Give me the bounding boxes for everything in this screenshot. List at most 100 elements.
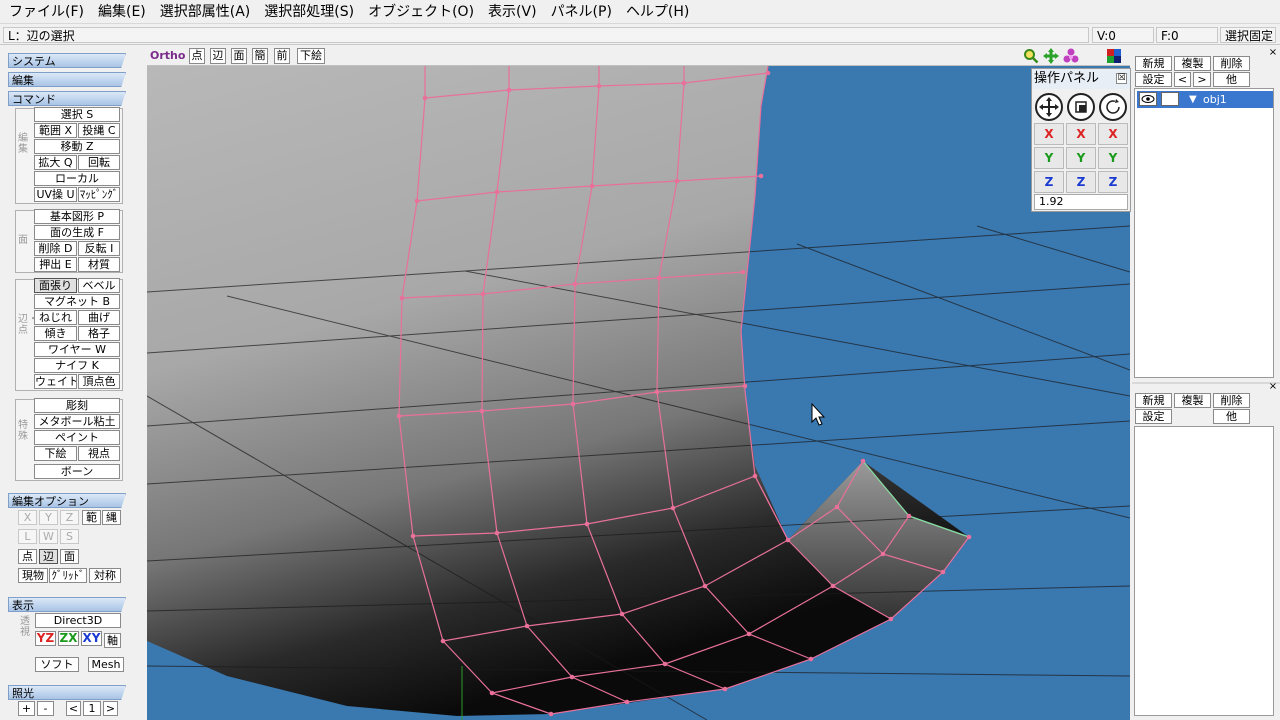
lock-toggle-icon[interactable] xyxy=(1161,92,1179,106)
mesh-button[interactable]: Mesh xyxy=(88,657,124,672)
vp-underlay-button[interactable]: 下絵 xyxy=(297,48,325,64)
scale-x-button[interactable]: X xyxy=(1066,123,1096,145)
light-next-button[interactable]: > xyxy=(103,701,118,716)
viewport[interactable]: Ortho 点 辺 面 簡 前 下絵 xyxy=(147,46,1130,720)
light-prev-button[interactable]: < xyxy=(66,701,81,716)
object-delete-button[interactable]: 削除 xyxy=(1213,56,1250,71)
select-button[interactable]: 選択 S xyxy=(34,107,120,122)
scale-button[interactable]: 拡大 Q xyxy=(34,155,77,170)
vertex-color-button[interactable]: 頂点色 xyxy=(78,374,120,389)
menu-panel[interactable]: パネル(P) xyxy=(544,0,619,24)
lasso-button[interactable]: 投縄 C xyxy=(78,123,120,138)
menu-selection-attr[interactable]: 選択部属性(A) xyxy=(153,0,258,24)
object-panel-close-icon[interactable]: × xyxy=(1268,48,1278,58)
option-z-button[interactable]: Z xyxy=(60,510,79,525)
close-icon[interactable]: ☒ xyxy=(1116,73,1127,84)
object-row-obj1[interactable]: ▼ obj1 xyxy=(1137,91,1273,108)
material-duplicate-button[interactable]: 複製 xyxy=(1174,393,1211,408)
face-stretch-button[interactable]: 面張り xyxy=(34,278,77,293)
wire-button[interactable]: ワイヤー W xyxy=(34,342,120,357)
object-duplicate-button[interactable]: 複製 xyxy=(1174,56,1211,71)
move-button[interactable]: 移動 Z xyxy=(34,139,120,154)
operation-value-field[interactable]: 1.92 xyxy=(1034,194,1128,210)
magnet-button[interactable]: マグネット B xyxy=(34,294,120,309)
section-edit[interactable]: 編集 xyxy=(8,72,126,87)
bend-button[interactable]: 曲げ xyxy=(78,310,120,325)
option-range-button[interactable]: 範 xyxy=(82,510,101,525)
projection-mode[interactable]: Ortho xyxy=(150,48,185,64)
view-yz-button[interactable]: YZ xyxy=(35,631,56,646)
material-panel-close-icon[interactable]: × xyxy=(1268,382,1278,392)
primitive-button[interactable]: 基本図形 P xyxy=(34,209,120,224)
material-delete-button[interactable]: 削除 xyxy=(1213,393,1250,408)
rotate-view-icon[interactable] xyxy=(1063,48,1079,64)
visibility-eye-icon[interactable] xyxy=(1139,92,1157,106)
rotate-z-button[interactable]: Z xyxy=(1098,171,1128,193)
mesh-object[interactable] xyxy=(147,66,969,716)
light-plus-button[interactable]: + xyxy=(18,701,35,716)
option-object-button[interactable]: 現物 xyxy=(18,568,48,583)
flip-button[interactable]: 反転 I xyxy=(78,241,120,256)
underlay-button[interactable]: 下絵 xyxy=(34,446,77,461)
option-point-button[interactable]: 点 xyxy=(18,549,37,564)
rotate-x-button[interactable]: X xyxy=(1098,123,1128,145)
scale-mode-icon[interactable] xyxy=(1067,93,1095,121)
color-palette-icon[interactable] xyxy=(1107,49,1121,63)
menu-selection-process[interactable]: 選択部処理(S) xyxy=(257,0,361,24)
weight-button[interactable]: ウェイト xyxy=(34,374,77,389)
viewpoint-button[interactable]: 視点 xyxy=(78,446,120,461)
bone-button[interactable]: ボーン xyxy=(34,464,120,479)
menu-object[interactable]: オブジェクト(O) xyxy=(361,0,481,24)
option-lasso-button[interactable]: 縄 xyxy=(102,510,121,525)
vp-simple-button[interactable]: 簡 xyxy=(252,48,268,64)
option-l-button[interactable]: L xyxy=(18,529,37,544)
lattice-button[interactable]: 格子 xyxy=(78,326,120,341)
object-settings-button[interactable]: 設定 xyxy=(1135,72,1172,87)
section-light[interactable]: 照光 xyxy=(8,685,126,700)
material-button[interactable]: 材質 xyxy=(78,257,120,272)
object-next-button[interactable]: > xyxy=(1193,72,1211,87)
metaball-button[interactable]: メタボール粘土 xyxy=(34,414,120,429)
material-settings-button[interactable]: 設定 xyxy=(1135,409,1172,424)
knife-button[interactable]: ナイフ K xyxy=(34,358,120,373)
move-mode-icon[interactable] xyxy=(1035,93,1063,121)
option-symmetry-button[interactable]: 対称 xyxy=(89,568,121,583)
option-edge-button[interactable]: 辺 xyxy=(39,549,58,564)
renderer-button[interactable]: Direct3D xyxy=(35,613,121,628)
paint-button[interactable]: ペイント xyxy=(34,430,120,445)
delete-button[interactable]: 削除 D xyxy=(34,241,77,256)
tilt-button[interactable]: 傾き xyxy=(34,326,77,341)
material-new-button[interactable]: 新規 xyxy=(1135,393,1172,408)
panel-divider[interactable] xyxy=(1132,382,1280,384)
pan-icon[interactable] xyxy=(1043,48,1059,64)
sculpt-button[interactable]: 彫刻 xyxy=(34,398,120,413)
option-w-button[interactable]: W xyxy=(39,529,58,544)
rotate-y-button[interactable]: Y xyxy=(1098,147,1128,169)
vp-point-button[interactable]: 点 xyxy=(189,48,205,64)
move-x-button[interactable]: X xyxy=(1034,123,1064,145)
section-system[interactable]: システム xyxy=(8,53,126,68)
extrude-button[interactable]: 押出 E xyxy=(34,257,77,272)
option-y-button[interactable]: Y xyxy=(39,510,58,525)
object-new-button[interactable]: 新規 xyxy=(1135,56,1172,71)
object-other-button[interactable]: 他 xyxy=(1213,72,1250,87)
soft-button[interactable]: ソフト xyxy=(35,657,79,672)
bevel-button[interactable]: ベベル xyxy=(78,278,120,293)
light-minus-button[interactable]: - xyxy=(37,701,54,716)
range-button[interactable]: 範囲 X xyxy=(34,123,77,138)
object-name[interactable]: obj1 xyxy=(1203,91,1227,108)
scale-y-button[interactable]: Y xyxy=(1066,147,1096,169)
create-face-button[interactable]: 面の生成 F xyxy=(34,225,120,240)
object-prev-button[interactable]: < xyxy=(1174,72,1191,87)
option-face-button[interactable]: 面 xyxy=(60,549,79,564)
vp-face-button[interactable]: 面 xyxy=(231,48,247,64)
zoom-icon[interactable] xyxy=(1023,48,1039,64)
section-edit-option[interactable]: 編集オプション xyxy=(8,493,126,508)
option-s-button[interactable]: S xyxy=(60,529,79,544)
option-grid-button[interactable]: ｸﾞﾘｯﾄﾞ xyxy=(49,568,87,583)
local-button[interactable]: ローカル xyxy=(34,171,120,186)
section-display[interactable]: 表示 xyxy=(8,597,126,612)
material-other-button[interactable]: 他 xyxy=(1213,409,1250,424)
vp-edge-button[interactable]: 辺 xyxy=(210,48,226,64)
mapping-button[interactable]: ﾏｯﾋﾟﾝｸﾞ xyxy=(78,187,120,202)
